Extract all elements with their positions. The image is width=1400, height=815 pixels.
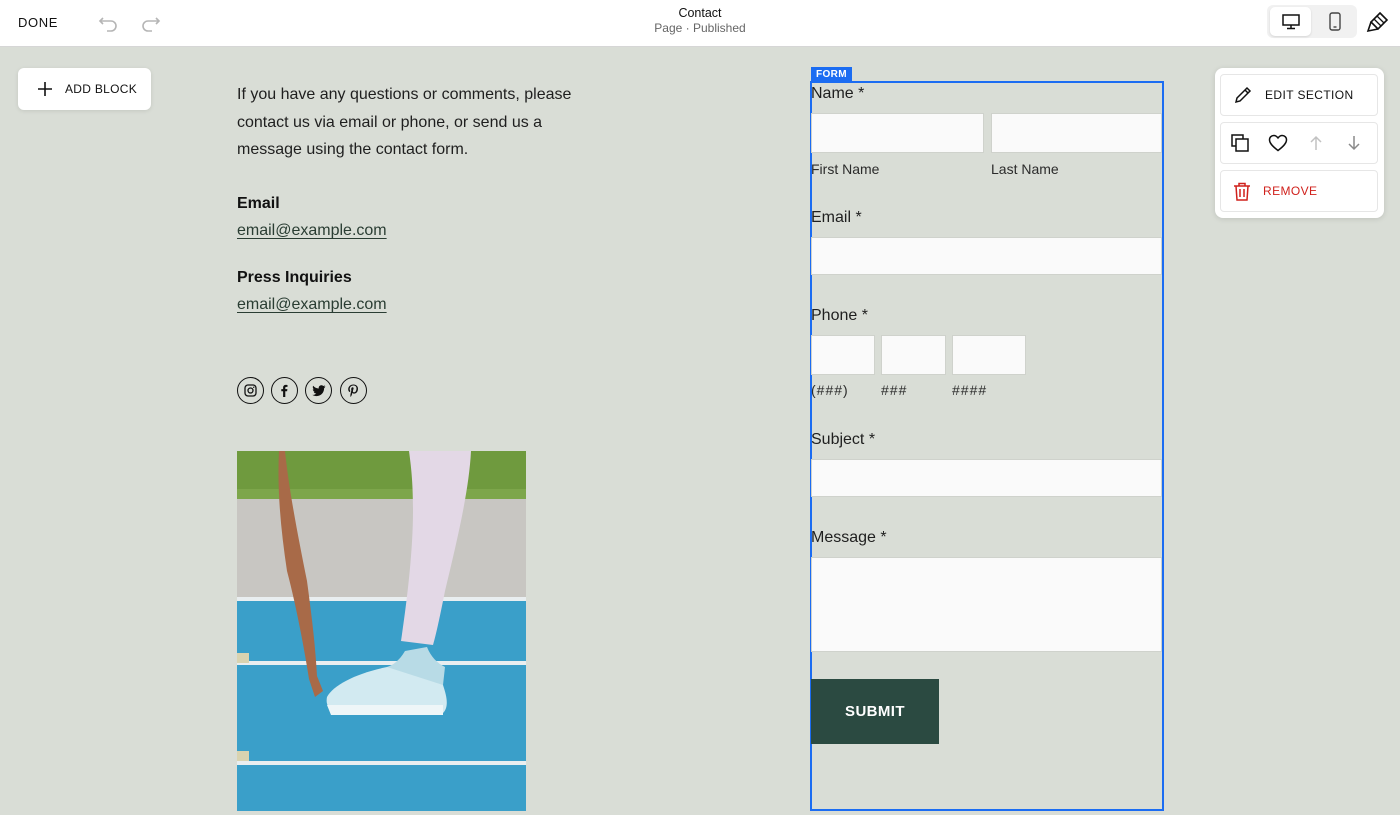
form-block-tag: FORM [811, 67, 853, 82]
phone-line-field[interactable] [952, 335, 1026, 375]
duplicate-button[interactable] [1221, 123, 1259, 163]
phone-prefix-label: ### [881, 382, 908, 398]
redo-icon[interactable] [139, 11, 161, 33]
phone-label: Phone * [811, 307, 868, 324]
first-name-label: First Name [811, 161, 880, 177]
phone-area-code-field[interactable] [811, 335, 875, 375]
first-name-field[interactable] [811, 113, 984, 153]
edit-section-label: EDIT SECTION [1265, 88, 1354, 102]
submit-button[interactable]: SUBMIT [811, 679, 939, 744]
subject-field[interactable] [811, 459, 1162, 497]
page-status: Page · Published [654, 21, 746, 35]
name-label: Name * [811, 85, 865, 102]
duplicate-icon [1231, 134, 1249, 152]
desktop-view-button[interactable] [1270, 7, 1311, 36]
done-button[interactable]: DONE [18, 15, 58, 30]
pinterest-link[interactable] [340, 377, 367, 404]
twitter-icon [311, 384, 325, 396]
press-email-link[interactable]: email@example.com [237, 296, 387, 314]
move-up-button[interactable] [1297, 123, 1335, 163]
last-name-label: Last Name [991, 161, 1059, 177]
add-block-button[interactable]: ADD BLOCK [18, 68, 151, 110]
paintbrush-icon[interactable] [1366, 10, 1390, 34]
heart-icon [1268, 134, 1288, 152]
press-heading: Press Inquiries [237, 269, 352, 286]
pinterest-icon [348, 384, 358, 397]
top-toolbar: DONE Contact Page · Published [0, 0, 1400, 47]
intro-text: If you have any questions or comments, p… [237, 86, 572, 158]
mobile-view-button[interactable] [1314, 7, 1355, 36]
athlete-stretching-image [237, 451, 526, 811]
save-section-button[interactable] [1259, 123, 1297, 163]
email-heading: Email [237, 195, 280, 212]
trash-icon [1234, 182, 1250, 201]
add-block-label: ADD BLOCK [65, 82, 138, 96]
email-link[interactable]: email@example.com [237, 222, 387, 240]
plus-icon [38, 82, 52, 96]
instagram-link[interactable] [237, 377, 264, 404]
message-label: Message * [811, 529, 887, 546]
pencil-icon [1234, 86, 1252, 104]
arrow-up-icon [1310, 135, 1322, 150]
section-actions-panel: EDIT SECTION REMOVE [1215, 68, 1384, 218]
email-label: Email * [811, 209, 862, 226]
subject-label: Subject * [811, 431, 876, 448]
mobile-icon [1328, 12, 1341, 31]
last-name-field[interactable] [991, 113, 1162, 153]
facebook-link[interactable] [271, 377, 298, 404]
desktop-icon [1281, 13, 1300, 29]
move-down-button[interactable] [1335, 123, 1373, 163]
phone-prefix-field[interactable] [881, 335, 946, 375]
arrow-down-icon [1348, 136, 1360, 151]
section-action-icons [1220, 122, 1378, 164]
email-field[interactable] [811, 237, 1162, 275]
phone-area-code-label: (###) [811, 382, 849, 398]
undo-icon[interactable] [98, 11, 120, 33]
phone-line-label: #### [952, 382, 988, 398]
remove-section-label: REMOVE [1263, 184, 1318, 198]
twitter-link[interactable] [305, 377, 332, 404]
remove-section-button[interactable]: REMOVE [1220, 170, 1378, 212]
instagram-icon [244, 384, 257, 397]
page-title: Contact [678, 6, 722, 20]
edit-section-button[interactable]: EDIT SECTION [1220, 74, 1378, 116]
facebook-icon [281, 384, 288, 397]
message-textarea[interactable] [811, 557, 1162, 652]
